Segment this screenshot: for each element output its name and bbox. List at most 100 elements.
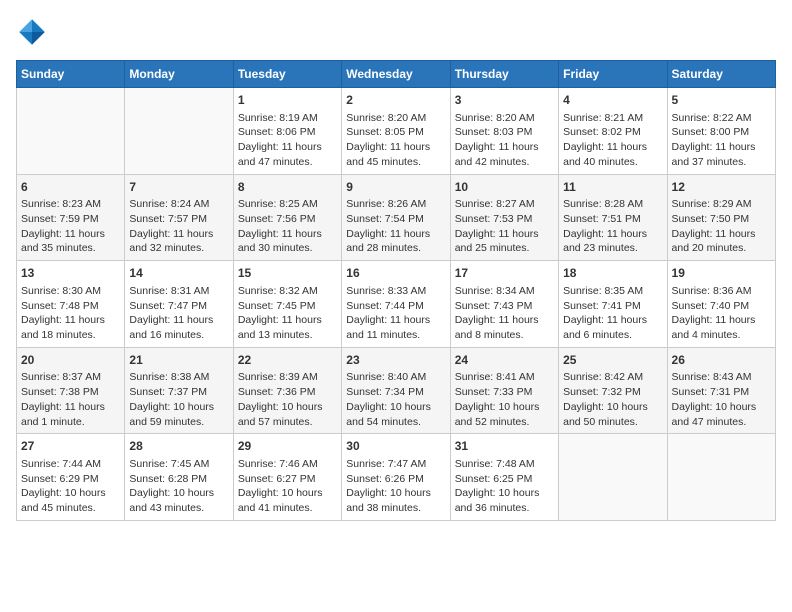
day-info: Sunrise: 8:21 AM <box>563 111 662 126</box>
calendar-cell <box>667 434 775 521</box>
day-number: 20 <box>21 352 120 369</box>
day-info: Sunrise: 8:35 AM <box>563 284 662 299</box>
day-number: 17 <box>455 265 554 282</box>
day-info: Sunrise: 8:30 AM <box>21 284 120 299</box>
calendar-cell: 4Sunrise: 8:21 AMSunset: 8:02 PMDaylight… <box>559 88 667 175</box>
day-info: Sunset: 7:51 PM <box>563 212 662 227</box>
day-number: 12 <box>672 179 771 196</box>
day-info: Sunrise: 8:43 AM <box>672 370 771 385</box>
day-info: Sunrise: 8:40 AM <box>346 370 445 385</box>
day-number: 18 <box>563 265 662 282</box>
day-info: Sunset: 7:38 PM <box>21 385 120 400</box>
calendar-cell: 21Sunrise: 8:38 AMSunset: 7:37 PMDayligh… <box>125 347 233 434</box>
calendar-cell: 2Sunrise: 8:20 AMSunset: 8:05 PMDaylight… <box>342 88 450 175</box>
day-info: Sunset: 7:50 PM <box>672 212 771 227</box>
day-info: Sunset: 7:53 PM <box>455 212 554 227</box>
day-info: Daylight: 10 hours and 50 minutes. <box>563 400 662 429</box>
calendar-cell: 8Sunrise: 8:25 AMSunset: 7:56 PMDaylight… <box>233 174 341 261</box>
day-number: 22 <box>238 352 337 369</box>
day-info: Daylight: 11 hours and 30 minutes. <box>238 227 337 256</box>
day-number: 26 <box>672 352 771 369</box>
day-info: Sunset: 8:02 PM <box>563 125 662 140</box>
calendar-cell: 31Sunrise: 7:48 AMSunset: 6:25 PMDayligh… <box>450 434 558 521</box>
header-cell-wednesday: Wednesday <box>342 61 450 88</box>
day-number: 2 <box>346 92 445 109</box>
calendar-cell <box>125 88 233 175</box>
day-info: Sunrise: 8:31 AM <box>129 284 228 299</box>
day-info: Daylight: 11 hours and 40 minutes. <box>563 140 662 169</box>
calendar-cell: 30Sunrise: 7:47 AMSunset: 6:26 PMDayligh… <box>342 434 450 521</box>
calendar-cell: 17Sunrise: 8:34 AMSunset: 7:43 PMDayligh… <box>450 261 558 348</box>
calendar-cell <box>559 434 667 521</box>
day-info: Daylight: 10 hours and 45 minutes. <box>21 486 120 515</box>
day-info: Daylight: 11 hours and 35 minutes. <box>21 227 120 256</box>
day-info: Daylight: 11 hours and 45 minutes. <box>346 140 445 169</box>
calendar-table: SundayMondayTuesdayWednesdayThursdayFrid… <box>16 60 776 521</box>
calendar-cell: 15Sunrise: 8:32 AMSunset: 7:45 PMDayligh… <box>233 261 341 348</box>
header-cell-sunday: Sunday <box>17 61 125 88</box>
day-info: Sunrise: 7:48 AM <box>455 457 554 472</box>
header-cell-thursday: Thursday <box>450 61 558 88</box>
header-cell-saturday: Saturday <box>667 61 775 88</box>
day-info: Daylight: 11 hours and 28 minutes. <box>346 227 445 256</box>
day-info: Daylight: 11 hours and 37 minutes. <box>672 140 771 169</box>
day-info: Daylight: 10 hours and 41 minutes. <box>238 486 337 515</box>
day-info: Sunset: 7:56 PM <box>238 212 337 227</box>
day-info: Sunrise: 8:22 AM <box>672 111 771 126</box>
day-info: Sunset: 7:57 PM <box>129 212 228 227</box>
calendar-cell: 13Sunrise: 8:30 AMSunset: 7:48 PMDayligh… <box>17 261 125 348</box>
calendar-cell: 29Sunrise: 7:46 AMSunset: 6:27 PMDayligh… <box>233 434 341 521</box>
calendar-cell: 14Sunrise: 8:31 AMSunset: 7:47 PMDayligh… <box>125 261 233 348</box>
week-row-5: 27Sunrise: 7:44 AMSunset: 6:29 PMDayligh… <box>17 434 776 521</box>
calendar-cell: 28Sunrise: 7:45 AMSunset: 6:28 PMDayligh… <box>125 434 233 521</box>
day-info: Sunrise: 8:25 AM <box>238 197 337 212</box>
day-info: Daylight: 11 hours and 42 minutes. <box>455 140 554 169</box>
day-info: Sunrise: 8:42 AM <box>563 370 662 385</box>
day-info: Sunrise: 8:19 AM <box>238 111 337 126</box>
day-info: Sunset: 7:31 PM <box>672 385 771 400</box>
calendar-cell: 25Sunrise: 8:42 AMSunset: 7:32 PMDayligh… <box>559 347 667 434</box>
week-row-4: 20Sunrise: 8:37 AMSunset: 7:38 PMDayligh… <box>17 347 776 434</box>
day-info: Daylight: 11 hours and 8 minutes. <box>455 313 554 342</box>
day-number: 16 <box>346 265 445 282</box>
day-info: Sunrise: 8:29 AM <box>672 197 771 212</box>
day-info: Daylight: 10 hours and 52 minutes. <box>455 400 554 429</box>
day-info: Daylight: 11 hours and 18 minutes. <box>21 313 120 342</box>
calendar-cell: 12Sunrise: 8:29 AMSunset: 7:50 PMDayligh… <box>667 174 775 261</box>
day-info: Daylight: 10 hours and 57 minutes. <box>238 400 337 429</box>
calendar-cell: 22Sunrise: 8:39 AMSunset: 7:36 PMDayligh… <box>233 347 341 434</box>
day-info: Sunrise: 8:39 AM <box>238 370 337 385</box>
calendar-cell: 24Sunrise: 8:41 AMSunset: 7:33 PMDayligh… <box>450 347 558 434</box>
day-info: Daylight: 11 hours and 13 minutes. <box>238 313 337 342</box>
day-number: 6 <box>21 179 120 196</box>
calendar-cell: 3Sunrise: 8:20 AMSunset: 8:03 PMDaylight… <box>450 88 558 175</box>
day-info: Sunrise: 8:23 AM <box>21 197 120 212</box>
calendar-cell: 1Sunrise: 8:19 AMSunset: 8:06 PMDaylight… <box>233 88 341 175</box>
day-info: Sunrise: 8:38 AM <box>129 370 228 385</box>
day-number: 25 <box>563 352 662 369</box>
day-info: Sunrise: 8:26 AM <box>346 197 445 212</box>
day-info: Sunset: 7:34 PM <box>346 385 445 400</box>
day-info: Sunrise: 8:28 AM <box>563 197 662 212</box>
day-info: Sunset: 6:27 PM <box>238 472 337 487</box>
day-info: Sunset: 7:41 PM <box>563 299 662 314</box>
header-row: SundayMondayTuesdayWednesdayThursdayFrid… <box>17 61 776 88</box>
day-number: 31 <box>455 438 554 455</box>
calendar-cell: 11Sunrise: 8:28 AMSunset: 7:51 PMDayligh… <box>559 174 667 261</box>
day-info: Sunset: 8:05 PM <box>346 125 445 140</box>
calendar-cell: 7Sunrise: 8:24 AMSunset: 7:57 PMDaylight… <box>125 174 233 261</box>
calendar-cell: 6Sunrise: 8:23 AMSunset: 7:59 PMDaylight… <box>17 174 125 261</box>
day-info: Daylight: 10 hours and 47 minutes. <box>672 400 771 429</box>
calendar-cell: 20Sunrise: 8:37 AMSunset: 7:38 PMDayligh… <box>17 347 125 434</box>
day-number: 27 <box>21 438 120 455</box>
day-info: Sunset: 6:28 PM <box>129 472 228 487</box>
day-info: Sunrise: 7:44 AM <box>21 457 120 472</box>
calendar-cell: 10Sunrise: 8:27 AMSunset: 7:53 PMDayligh… <box>450 174 558 261</box>
calendar-cell: 23Sunrise: 8:40 AMSunset: 7:34 PMDayligh… <box>342 347 450 434</box>
day-number: 29 <box>238 438 337 455</box>
week-row-1: 1Sunrise: 8:19 AMSunset: 8:06 PMDaylight… <box>17 88 776 175</box>
calendar-cell: 26Sunrise: 8:43 AMSunset: 7:31 PMDayligh… <box>667 347 775 434</box>
calendar-cell: 16Sunrise: 8:33 AMSunset: 7:44 PMDayligh… <box>342 261 450 348</box>
header-cell-friday: Friday <box>559 61 667 88</box>
calendar-body: 1Sunrise: 8:19 AMSunset: 8:06 PMDaylight… <box>17 88 776 521</box>
